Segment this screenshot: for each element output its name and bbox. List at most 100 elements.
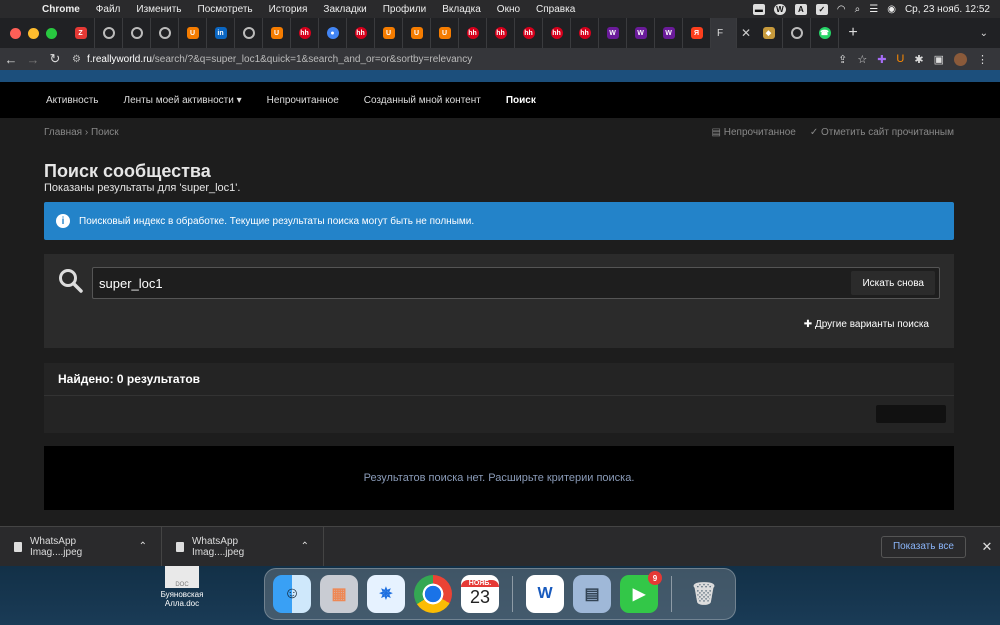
notice-text: Поисковый индекс в обработке. Текущие ре…	[79, 215, 475, 227]
browser-tab-7[interactable]: U	[263, 18, 291, 48]
site-info-icon[interactable]: ⚙	[72, 54, 81, 65]
clock-datetime[interactable]: Ср, 23 нояб. 12:52	[905, 4, 990, 15]
nav-my-feeds[interactable]: Ленты моей активности ▾	[124, 95, 242, 106]
browser-tab-0[interactable]: Z	[67, 18, 95, 48]
chevron-up-icon[interactable]: ⌃	[301, 541, 309, 552]
tab-favicon-icon	[242, 27, 255, 39]
preview-icon[interactable]: ▤	[573, 575, 611, 613]
bookmark-star-icon[interactable]: ☆	[857, 53, 867, 66]
back-arrow-icon[interactable]: ←	[0, 52, 22, 67]
zoom-window-button[interactable]	[46, 27, 57, 39]
browser-tab-5[interactable]: in	[207, 18, 235, 48]
menu-profiles[interactable]: Профили	[375, 4, 435, 15]
menu-app-name[interactable]: Chrome	[34, 4, 88, 15]
breadcrumb-home[interactable]: Главная	[44, 127, 82, 138]
browser-tab-after-1[interactable]	[783, 18, 811, 48]
side-panel-icon[interactable]: ▣	[934, 53, 944, 66]
desktop-doc-file[interactable]: DOC Буяновская Алла.doc	[158, 566, 206, 608]
nav-activity[interactable]: Активность	[46, 95, 99, 106]
calendar-icon[interactable]: НОЯБ. 23	[461, 575, 499, 613]
magnifier-icon	[59, 269, 83, 293]
keyboard-layout-icon[interactable]: A	[794, 3, 807, 15]
status-app-icon[interactable]: ▬	[752, 3, 765, 15]
siri-icon[interactable]: ◉	[887, 4, 896, 15]
browser-tab-20[interactable]: W	[627, 18, 655, 48]
tab-favicon-icon: U	[270, 27, 283, 39]
extension-u-icon[interactable]: U	[896, 53, 904, 65]
launchpad-icon[interactable]: ▦	[320, 575, 358, 613]
wordpress-icon[interactable]: W	[773, 3, 786, 15]
share-icon[interactable]: ⇪	[838, 53, 847, 66]
download-item-2[interactable]: WhatsApp Imag....jpeg ⌃	[162, 526, 324, 567]
extensions-puzzle-icon[interactable]: ✱	[914, 53, 923, 66]
search-again-button[interactable]: Искать снова	[851, 271, 935, 295]
browser-tab-18[interactable]: hh	[571, 18, 599, 48]
chrome-menu-icon[interactable]: ⋮	[977, 53, 988, 66]
new-tab-button[interactable]: +	[839, 24, 867, 42]
browser-tab-3[interactable]	[151, 18, 179, 48]
file-icon	[14, 541, 22, 552]
reload-icon[interactable]: ↻	[44, 51, 66, 67]
menu-edit[interactable]: Изменить	[128, 4, 189, 15]
browser-tab-10[interactable]: hh	[347, 18, 375, 48]
close-window-button[interactable]	[10, 27, 21, 39]
menu-view[interactable]: Посмотреть	[190, 4, 261, 15]
results-control-placeholder[interactable]	[876, 405, 946, 423]
nav-search[interactable]: Поиск	[506, 95, 536, 106]
menu-help[interactable]: Справка	[528, 4, 583, 15]
browser-tab-19[interactable]: W	[599, 18, 627, 48]
trash-icon[interactable]: 🗑	[685, 575, 723, 613]
browser-tab-15[interactable]: hh	[487, 18, 515, 48]
facetime-icon[interactable]: ▶ 9	[620, 571, 662, 613]
control-center-icon[interactable]: ☰	[869, 4, 878, 15]
extension-plus-icon[interactable]: ✚	[877, 53, 886, 66]
menu-bookmarks[interactable]: Закладки	[315, 4, 374, 15]
browser-tab-11[interactable]: U	[375, 18, 403, 48]
address-bar[interactable]: ⚙ f.reallyworld.ru/search/?&q=super_loc1…	[72, 50, 812, 68]
unread-link[interactable]: ▤ Непрочитанное	[712, 127, 796, 138]
browser-tab-6[interactable]	[235, 18, 263, 48]
search-input[interactable]: super_loc1 Искать снова	[92, 267, 940, 299]
menu-history[interactable]: История	[261, 4, 316, 15]
active-tab[interactable]: F	[711, 18, 737, 48]
nav-my-content[interactable]: Созданный мной контент	[364, 95, 481, 106]
word-icon[interactable]: W	[526, 575, 564, 613]
browser-tab-1[interactable]	[95, 18, 123, 48]
browser-tab-12[interactable]: U	[403, 18, 431, 48]
status-app-icon-2[interactable]: ✓	[815, 3, 828, 15]
browser-tab-16[interactable]: hh	[515, 18, 543, 48]
chevron-up-icon[interactable]: ⌃	[139, 541, 147, 552]
menu-window[interactable]: Окно	[489, 4, 528, 15]
profile-avatar[interactable]	[954, 52, 967, 66]
browser-tab-13[interactable]: U	[431, 18, 459, 48]
browser-tab-22[interactable]: Я	[683, 18, 711, 48]
menu-tab[interactable]: Вкладка	[434, 4, 489, 15]
search-icon[interactable]: ⌕	[855, 4, 861, 15]
mark-read-link[interactable]: ✓ Отметить сайт прочитанным	[810, 127, 954, 138]
safari-icon[interactable]: ✵	[367, 575, 405, 613]
nav-unread[interactable]: Непрочитанное	[267, 95, 339, 106]
browser-tab-4[interactable]: U	[179, 18, 207, 48]
forward-arrow-icon[interactable]: →	[22, 52, 44, 67]
tab-favicon-icon: U	[410, 27, 423, 39]
chrome-icon[interactable]	[414, 575, 452, 613]
tab-close-icon[interactable]: ✕	[737, 26, 755, 40]
browser-tab-21[interactable]: W	[655, 18, 683, 48]
browser-tab-17[interactable]: hh	[543, 18, 571, 48]
browser-tab-8[interactable]: hh	[291, 18, 319, 48]
info-notice: i Поисковый индекс в обработке. Текущие …	[44, 202, 954, 240]
browser-tab-9[interactable]: ●	[319, 18, 347, 48]
menu-file[interactable]: Файл	[88, 4, 129, 15]
minimize-window-button[interactable]	[28, 27, 39, 39]
browser-tab-14[interactable]: hh	[459, 18, 487, 48]
finder-icon[interactable]: ☺	[273, 575, 311, 613]
browser-tab-after-2[interactable]: ☎	[811, 18, 839, 48]
browser-tab-2[interactable]	[123, 18, 151, 48]
show-all-downloads-button[interactable]: Показать все	[880, 535, 966, 558]
download-item-1[interactable]: WhatsApp Imag....jpeg ⌃	[0, 526, 162, 567]
tab-search-chevron-icon[interactable]: ⌄	[980, 28, 1000, 39]
more-search-options-link[interactable]: ✚ Другие варианты поиска	[804, 319, 929, 330]
close-downloads-icon[interactable]: ✕	[974, 539, 1000, 555]
browser-tab-after-0[interactable]: ◆	[755, 18, 783, 48]
wifi-icon[interactable]: ◠	[837, 4, 846, 15]
